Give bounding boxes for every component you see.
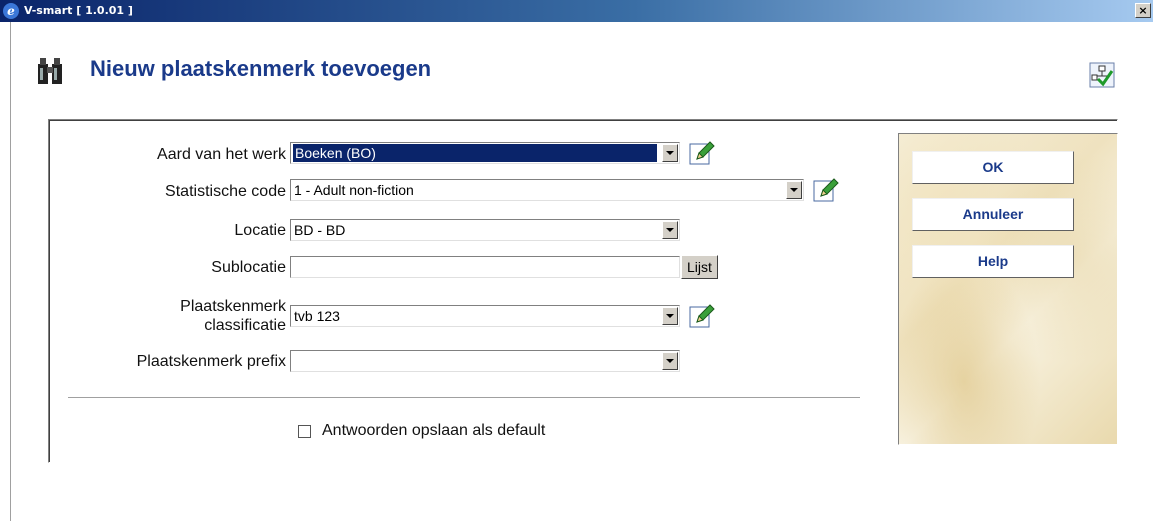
page-title: Nieuw plaatskenmerk toevoegen [90,56,432,81]
window-title: V-smart [ 1.0.01 ] [24,4,133,17]
classificatie-label-line2: classificatie [204,317,286,334]
window-titlebar: e V-smart [ 1.0.01 ] × [0,0,1153,22]
prefix-select[interactable] [290,350,680,372]
close-button[interactable]: × [1135,3,1151,18]
locatie-select[interactable]: BD - BD [290,219,680,241]
classificatie-value: tvb 123 [294,308,340,324]
aard-select[interactable]: Boeken (BO) [290,142,680,164]
pencil-icon[interactable] [689,140,715,166]
statistische-code-label: Statistische code [165,183,286,200]
save-default-checkbox[interactable] [298,425,311,438]
chevron-down-icon[interactable] [662,307,678,325]
classificatie-label: Plaatskenmerk classificatie [100,297,286,335]
divider [68,397,860,399]
binoculars-icon [38,58,62,84]
save-default-label[interactable]: Antwoorden opslaan als default [322,422,545,440]
chevron-down-icon[interactable] [662,352,678,370]
ok-button[interactable]: OK [912,151,1074,184]
left-frame-border [0,22,11,521]
statistische-code-select[interactable]: 1 - Adult non-fiction [290,179,804,201]
help-button[interactable]: Help [912,245,1074,278]
chevron-down-icon[interactable] [786,181,802,199]
sublocatie-label: Sublocatie [211,259,286,276]
classificatie-select[interactable]: tvb 123 [290,305,680,327]
aard-value: Boeken (BO) [292,143,658,163]
chevron-down-icon[interactable] [662,221,678,239]
locatie-label: Locatie [234,222,286,239]
pencil-icon[interactable] [813,177,839,203]
tree-check-icon[interactable] [1089,62,1115,88]
aard-label: Aard van het werk [157,146,286,163]
chevron-down-icon[interactable] [662,144,678,162]
prefix-label: Plaatskenmerk prefix [136,353,286,370]
classificatie-label-line1: Plaatskenmerk [180,298,286,315]
annuleer-button[interactable]: Annuleer [912,198,1074,231]
pencil-icon[interactable] [689,303,715,329]
app-icon: e [3,3,19,19]
locatie-value: BD - BD [294,222,346,238]
statistische-code-value: 1 - Adult non-fiction [294,182,414,198]
lijst-button[interactable]: Lijst [681,255,718,279]
sublocatie-input[interactable] [290,256,680,278]
